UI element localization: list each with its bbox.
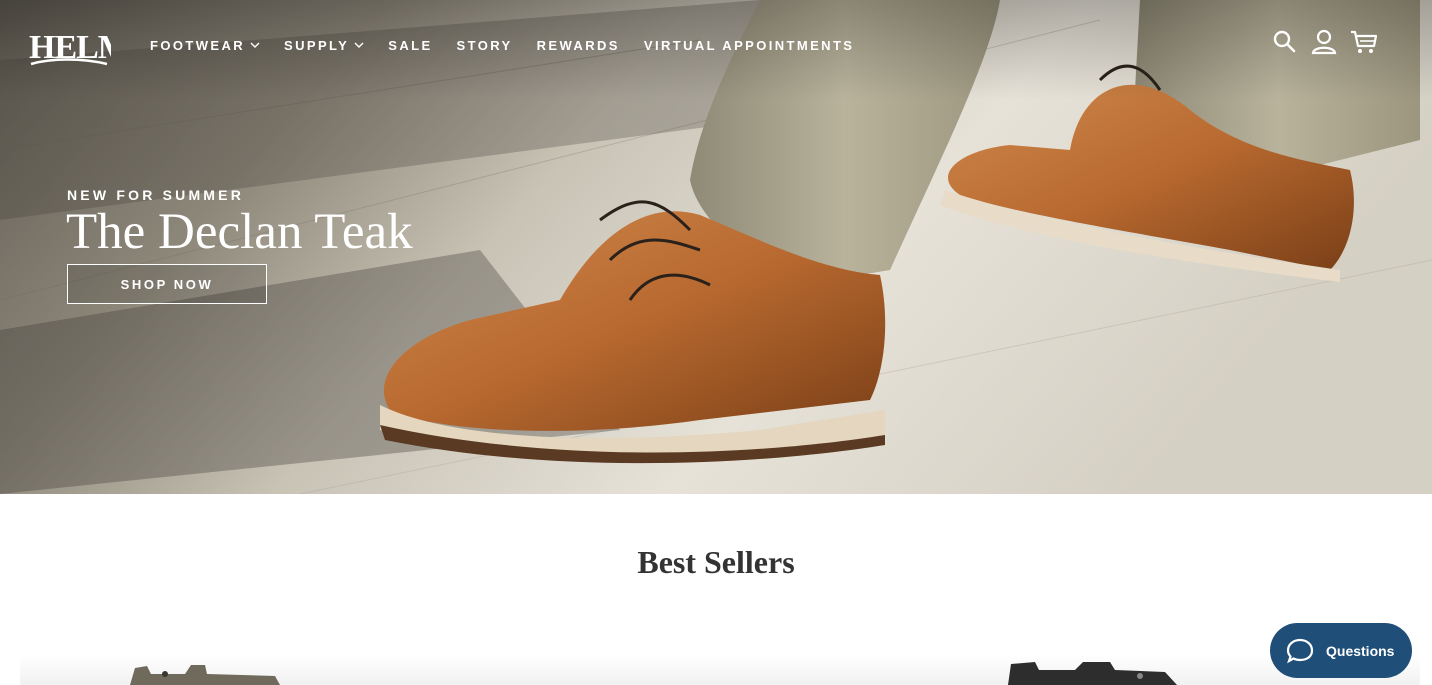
- nav-rewards[interactable]: REWARDS: [537, 36, 620, 54]
- chevron-down-icon: [354, 42, 364, 48]
- product-image[interactable]: [125, 660, 285, 685]
- nav-virtual-appointments[interactable]: VIRTUAL APPOINTMENTS: [644, 36, 855, 54]
- nav-virtual-appointments-label: VIRTUAL APPOINTMENTS: [643, 37, 855, 53]
- product-image[interactable]: [1005, 660, 1180, 685]
- nav-story-label: STORY: [456, 37, 513, 53]
- shop-now-button[interactable]: SHOP NOW: [67, 264, 267, 304]
- questions-chat-button[interactable]: Questions: [1270, 623, 1412, 678]
- nav-supply-label: SUPPLY: [284, 37, 350, 53]
- nav-story[interactable]: STORY: [457, 36, 513, 54]
- helm-logo[interactable]: HELM: [27, 20, 111, 70]
- chat-label: Questions: [1326, 642, 1395, 659]
- main-nav: FOOTWEAR SUPPLY SALE STORY REWARDS VIRTU…: [150, 36, 878, 54]
- hero-eyebrow: NEW FOR SUMMER: [67, 187, 245, 203]
- cart-icon[interactable]: [1350, 28, 1378, 56]
- nav-sale[interactable]: SALE: [388, 36, 432, 54]
- best-sellers-title: Best Sellers: [637, 544, 795, 580]
- nav-supply[interactable]: SUPPLY: [284, 36, 364, 54]
- nav-footwear-label: FOOTWEAR: [150, 37, 246, 53]
- header-icons: [1270, 28, 1390, 56]
- search-icon[interactable]: [1270, 28, 1298, 56]
- nav-sale-label: SALE: [388, 37, 433, 53]
- nav-rewards-label: REWARDS: [536, 37, 620, 53]
- chevron-down-icon: [250, 42, 260, 48]
- nav-footwear[interactable]: FOOTWEAR: [150, 36, 260, 54]
- account-icon[interactable]: [1310, 28, 1338, 56]
- chat-bubble-icon: [1286, 638, 1314, 663]
- hero-title: The Declan Teak: [66, 204, 413, 260]
